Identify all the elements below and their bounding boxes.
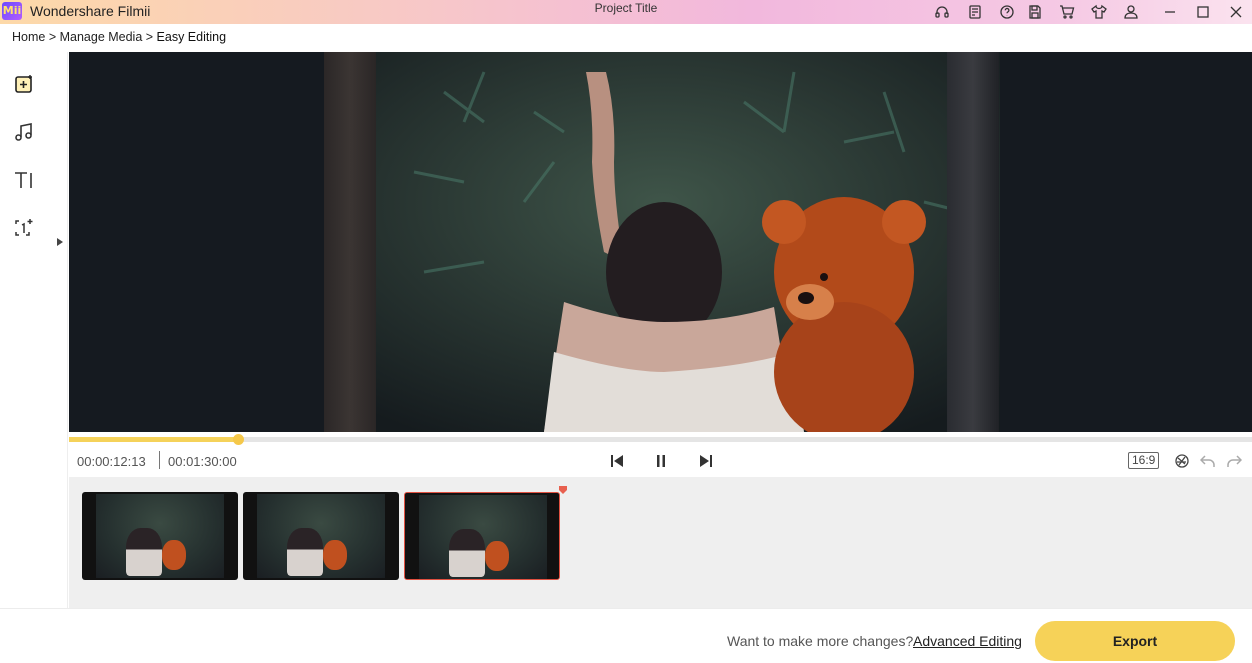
- minimize-icon[interactable]: [1158, 0, 1182, 24]
- total-time: 00:01:30:00: [168, 454, 237, 469]
- preview-frame: [324, 52, 1000, 432]
- current-time: 00:00:12:13: [77, 454, 146, 469]
- app-logo: Mii: [2, 2, 22, 20]
- breadcrumb: Home > Manage Media > Easy Editing: [12, 30, 226, 44]
- clip-bear: [162, 540, 186, 570]
- title-bar: Mii Wondershare Filmii Project Title: [0, 0, 1252, 24]
- more-changes-prompt: Want to make more changes?: [727, 633, 914, 649]
- music-icon[interactable]: [10, 118, 38, 146]
- advanced-editing-link[interactable]: Advanced Editing: [913, 633, 1022, 649]
- video-preview[interactable]: [69, 52, 1252, 432]
- time-divider: [159, 451, 160, 469]
- preview-image: [324, 52, 1000, 432]
- tshirt-icon[interactable]: [1087, 0, 1111, 24]
- save-icon[interactable]: [1023, 0, 1047, 24]
- clip-figure: [126, 528, 162, 576]
- clip-bear: [485, 541, 509, 571]
- preview-pillar-right: [947, 52, 999, 432]
- timeline-clip[interactable]: [82, 492, 238, 580]
- user-icon[interactable]: [1119, 0, 1143, 24]
- breadcrumb-current: Easy Editing: [156, 30, 227, 44]
- tool-sidebar: [0, 52, 68, 608]
- clip-bear: [323, 540, 347, 570]
- close-icon[interactable]: [1224, 0, 1248, 24]
- breadcrumb-separator: >: [142, 30, 157, 44]
- maximize-icon[interactable]: [1191, 0, 1215, 24]
- add-media-icon[interactable]: [10, 70, 38, 98]
- breadcrumb-manage-media[interactable]: Manage Media: [60, 30, 143, 44]
- cart-icon[interactable]: [1055, 0, 1079, 24]
- skip-forward-icon[interactable]: [695, 450, 717, 472]
- text-icon[interactable]: [10, 166, 38, 194]
- playhead-marker-icon[interactable]: [558, 482, 568, 494]
- redo-icon[interactable]: [1223, 450, 1245, 472]
- playback-progress-bar[interactable]: [69, 434, 1252, 445]
- player-controls: 00:00:12:13 00:01:30:00 16:9: [69, 446, 1252, 476]
- undo-icon[interactable]: [1197, 450, 1219, 472]
- clip-figure: [287, 528, 323, 576]
- export-button[interactable]: Export: [1035, 621, 1235, 661]
- timeline-clip[interactable]: [243, 492, 399, 580]
- preview-pillar-left: [324, 52, 376, 432]
- help-icon[interactable]: [995, 0, 1019, 24]
- progress-fill: [69, 437, 239, 442]
- effects-icon[interactable]: [1171, 450, 1193, 472]
- timeline: [69, 477, 1252, 608]
- pause-icon[interactable]: [650, 450, 672, 472]
- breadcrumb-home[interactable]: Home: [12, 30, 45, 44]
- headset-icon[interactable]: [930, 0, 954, 24]
- expand-arrow-icon[interactable]: [56, 234, 64, 246]
- notes-icon[interactable]: [963, 0, 987, 24]
- aspect-ratio-button[interactable]: 16:9: [1128, 452, 1160, 469]
- footer: Want to make more changes? Advanced Edit…: [0, 608, 1252, 663]
- skip-back-icon[interactable]: [606, 450, 628, 472]
- app-name: Wondershare Filmii: [30, 3, 151, 19]
- sticker-icon[interactable]: [10, 214, 38, 242]
- progress-handle[interactable]: [233, 434, 245, 445]
- breadcrumb-separator: >: [45, 30, 60, 44]
- clip-figure: [449, 529, 485, 577]
- timeline-clip-selected[interactable]: [404, 492, 560, 580]
